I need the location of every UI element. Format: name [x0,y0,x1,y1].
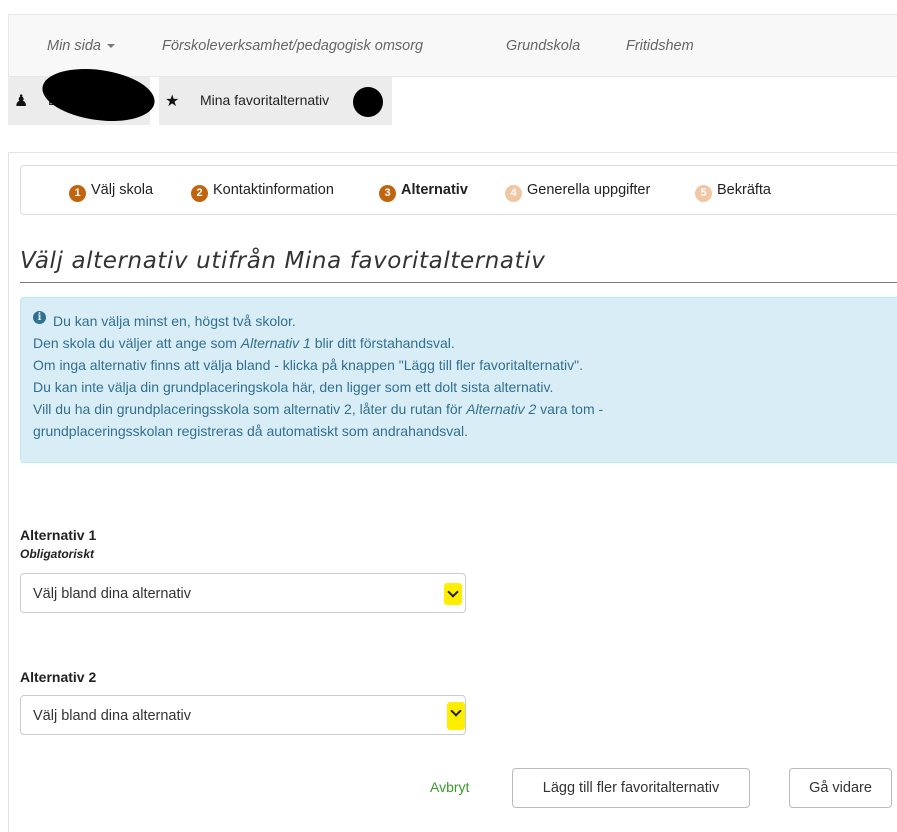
info-emphasis: Alternativ 1 [240,335,311,351]
step-generella-uppgifter: 4 Generella uppgifter [505,182,650,202]
step-label: Bekräfta [717,182,771,198]
alternativ-2-label: Alternativ 2 [20,669,97,685]
chevron-down-icon [447,702,465,730]
step-valj-skola[interactable]: 1 Välj skola [69,182,153,202]
alternativ-1-label: Alternativ 1 [20,527,97,543]
info-text: vara tom - [536,401,604,417]
step-number-badge: 1 [69,185,86,202]
step-bekrafta: 5 Bekräfta [695,182,771,202]
nav-fritidshem[interactable]: Fritidshem [626,38,694,54]
favorites-label: Mina favoritalternativ [200,92,330,108]
info-emphasis: Alternativ 2 [466,401,537,417]
step-number-badge: 2 [191,185,208,202]
step-alternativ: 3 Alternativ [379,182,468,202]
next-button[interactable]: Gå vidare [789,768,892,808]
info-text: Vill du ha din grundplaceringsskola som … [33,401,467,417]
user-icon: ♟ [14,93,29,110]
step-kontaktinformation[interactable]: 2 Kontaktinformation [191,182,334,202]
info-alert: i Du kan välja minst en, högst två skolo… [20,297,897,463]
required-hint: Obligatoriskt [20,547,95,561]
step-label: Generella uppgifter [527,182,651,198]
info-text: Den skola du väljer att ange som [33,335,241,351]
add-favorites-button[interactable]: Lägg till fler favoritalternativ [512,768,750,808]
nav-grundskola[interactable]: Grundskola [506,38,580,54]
info-line-6: grundplaceringsskolan registreras då aut… [33,423,469,439]
chevron-down-icon [444,583,462,605]
select-value: Välj bland dina alternativ [33,708,191,724]
caret-down-icon [107,44,115,49]
alternativ-1-select[interactable]: Välj bland dina alternativ [20,573,466,613]
info-line-5: Vill du ha din grundplaceringsskola som … [33,401,603,417]
info-line-3: Om inga alternativ finns att välja bland… [33,357,583,373]
cancel-link[interactable]: Avbryt [430,779,469,795]
star-icon: ★ [165,93,180,110]
info-line-4: Du kan inte välja din grundplaceringskol… [33,379,554,395]
alternativ-2-select[interactable]: Välj bland dina alternativ [20,695,466,735]
title-divider [20,282,897,283]
info-text: blir ditt förstahandsval. [310,335,455,351]
step-label: Alternativ [401,182,468,198]
progress-steps: 1 Välj skola 2 Kontaktinformation 3 Alterna… [20,165,897,215]
top-navbar: Min sida Förskoleverksamhet/pedagogisk o… [8,14,897,77]
info-line-1: Du kan välja minst en, högst två skolor. [53,313,296,329]
redaction-mark-small [353,87,383,117]
nav-min-sida[interactable]: Min sida [47,38,115,54]
page-title: Välj alternativ utifrån Mina favoritalte… [20,248,546,274]
nav-min-sida-label: Min sida [47,38,101,54]
info-line-2: Den skola du väljer att ange som Alterna… [33,335,455,351]
nav-forskoleverksamhet[interactable]: Förskoleverksamhet/pedagogisk omsorg [162,38,423,54]
select-value: Välj bland dina alternativ [33,586,191,602]
step-number-badge: 5 [695,185,712,202]
step-label: Kontaktinformation [213,182,334,198]
step-number-badge: 4 [505,185,522,202]
info-icon: i [33,311,46,324]
step-label: Välj skola [91,182,154,198]
step-number-badge: 3 [379,185,396,202]
